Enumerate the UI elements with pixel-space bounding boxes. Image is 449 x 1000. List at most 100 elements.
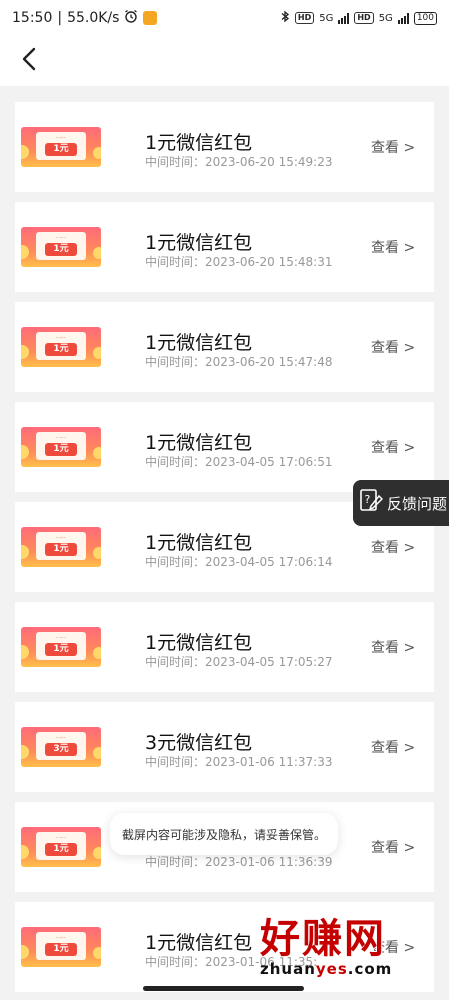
feedback-button[interactable]: ? 反馈问题 xyxy=(353,480,449,526)
feedback-label: 反馈问题 xyxy=(387,494,448,513)
chevron-left-icon xyxy=(21,47,37,75)
thumbnail-amount: 1元 xyxy=(45,543,77,556)
item-title: 1元微信红包 xyxy=(145,132,253,154)
thumbnail-amount: 1元 xyxy=(45,243,77,256)
decor-glow xyxy=(93,947,101,959)
view-link[interactable]: 查看 > xyxy=(371,937,415,957)
item-time: 中间时间：2023-06-20 15:48:31 xyxy=(145,253,332,270)
coupon-ticket: ········ 1元 xyxy=(36,932,86,960)
app-notification-icon xyxy=(143,11,158,25)
decor-glow xyxy=(21,945,29,959)
item-title: 3元微信红包 xyxy=(145,732,253,754)
status-bar: 15:50 | 55.0K/s HD 5G HD 5G 100 xyxy=(0,0,449,36)
thumbnail-amount: 1元 xyxy=(45,443,77,456)
decor-glow xyxy=(93,147,101,159)
list-item[interactable]: ········ 1元 1元微信红包 中间时间：2023-06-20 15:48… xyxy=(15,202,434,292)
list-item[interactable]: ········ 3元 3元微信红包 中间时间：2023-01-06 11:37… xyxy=(15,702,434,792)
red-packet-thumbnail: ········ 1元 xyxy=(21,327,101,367)
coupon-caption: ········ xyxy=(55,135,67,140)
view-link[interactable]: 查看 > xyxy=(371,237,415,257)
item-time: 中间时间：2023-01-06 11:35: xyxy=(145,953,317,970)
thumbnail-amount: 3元 xyxy=(45,743,77,756)
decor-glow xyxy=(93,447,101,459)
decor-glow xyxy=(93,847,101,859)
view-link[interactable]: 查看 > xyxy=(371,537,415,557)
coupon-ticket: ········ 1元 xyxy=(36,332,86,360)
time-label: 中间时间： xyxy=(145,655,206,669)
thumbnail-amount: 1元 xyxy=(45,143,77,156)
decor-glow xyxy=(21,145,29,159)
network-type: 5G xyxy=(319,12,334,24)
feedback-edit-icon: ? xyxy=(359,488,384,518)
item-title: 1元微信红包 xyxy=(145,432,253,454)
screenshot-toast: 截屏内容可能涉及隐私，请妥善保管。 xyxy=(110,813,338,855)
item-time: 中间时间：2023-01-06 11:36:39 xyxy=(145,853,332,870)
time-value: 2023-01-06 11:36:39 xyxy=(205,855,333,869)
decor-glow xyxy=(21,545,29,559)
hd-badge-2: HD xyxy=(354,12,374,24)
red-packet-thumbnail: ········ 1元 xyxy=(21,127,101,167)
thumbnail-amount: 1元 xyxy=(45,943,77,956)
decor-glow xyxy=(21,645,29,659)
coupon-ticket: ········ 1元 xyxy=(36,232,86,260)
item-title: 1元微信红包 xyxy=(145,932,253,954)
time-label: 中间时间： xyxy=(145,455,206,469)
coupon-ticket: ········ 3元 xyxy=(36,732,86,760)
list-item[interactable]: ········ 1元 1元微信红包 中间时间：2023-06-20 15:47… xyxy=(15,302,434,392)
battery-indicator: 100 xyxy=(413,11,437,25)
time-label: 中间时间： xyxy=(145,855,206,869)
red-packet-thumbnail: ········ 1元 xyxy=(21,827,101,867)
thumbnail-amount: 1元 xyxy=(45,843,77,856)
red-packet-list: ········ 1元 1元微信红包 中间时间：2023-06-20 15:49… xyxy=(15,102,434,1000)
view-link[interactable]: 查看 > xyxy=(371,337,415,357)
time-value: 2023-01-06 11:37:33 xyxy=(205,755,333,769)
red-packet-thumbnail: ········ 3元 xyxy=(21,727,101,767)
signal-bars-icon xyxy=(338,12,350,24)
back-button[interactable] xyxy=(14,46,44,76)
coupon-caption: ········ xyxy=(55,435,67,440)
time-label: 中间时间： xyxy=(145,255,206,269)
status-time: 15:50 xyxy=(12,10,53,26)
red-packet-thumbnail: ········ 1元 xyxy=(21,627,101,667)
item-title: 1元微信红包 xyxy=(145,532,253,554)
item-title: 1元微信红包 xyxy=(145,332,253,354)
coupon-ticket: ········ 1元 xyxy=(36,432,86,460)
decor-glow xyxy=(21,745,29,759)
coupon-caption: ········ xyxy=(55,635,67,640)
item-time: 中间时间：2023-04-05 17:06:51 xyxy=(145,453,332,470)
time-value: 2023-06-20 15:47:48 xyxy=(205,355,333,369)
coupon-ticket: ········ 1元 xyxy=(36,632,86,660)
time-value: 2023-04-05 17:06:14 xyxy=(205,555,333,569)
list-item[interactable]: ········ 1元 1元微信红包 中间时间：2023-01-06 11:35… xyxy=(15,902,434,992)
item-title: 1元微信红包 xyxy=(145,632,253,654)
time-value: 2023-01-06 11:35: xyxy=(205,955,318,969)
view-link[interactable]: 查看 > xyxy=(371,637,415,657)
item-time: 中间时间：2023-06-20 15:47:48 xyxy=(145,353,332,370)
list-item[interactable]: ········ 1元 1元微信红包 中间时间：2023-04-05 17:06… xyxy=(15,402,434,492)
network-type-2: 5G xyxy=(378,12,393,24)
network-speed: 55.0K/s xyxy=(67,10,120,26)
thumbnail-amount: 1元 xyxy=(45,643,77,656)
red-packet-thumbnail: ········ 1元 xyxy=(21,427,101,467)
signal-bars-icon-2 xyxy=(397,12,409,24)
svg-text:?: ? xyxy=(365,493,371,506)
bluetooth-icon xyxy=(280,10,290,26)
time-label: 中间时间： xyxy=(145,355,206,369)
view-link[interactable]: 查看 > xyxy=(371,737,415,757)
item-time: 中间时间：2023-04-05 17:05:27 xyxy=(145,653,332,670)
home-indicator[interactable] xyxy=(143,986,304,991)
view-link[interactable]: 查看 > xyxy=(371,837,415,857)
view-link[interactable]: 查看 > xyxy=(371,437,415,457)
coupon-ticket: ········ 1元 xyxy=(36,132,86,160)
list-item[interactable]: ········ 1元 1元微信红包 中间时间：2023-06-20 15:49… xyxy=(15,102,434,192)
time-label: 中间时间： xyxy=(145,555,206,569)
view-link[interactable]: 查看 > xyxy=(371,137,415,157)
coupon-ticket: ········ 1元 xyxy=(36,532,86,560)
status-divider: | xyxy=(57,10,63,26)
list-item[interactable]: ········ 1元 1元微信红包 中间时间：2023-04-05 17:05… xyxy=(15,602,434,692)
decor-glow xyxy=(21,345,29,359)
coupon-ticket: ········ 1元 xyxy=(36,832,86,860)
alarm-clock-icon xyxy=(124,9,138,27)
red-packet-thumbnail: ········ 1元 xyxy=(21,527,101,567)
time-label: 中间时间： xyxy=(145,155,206,169)
